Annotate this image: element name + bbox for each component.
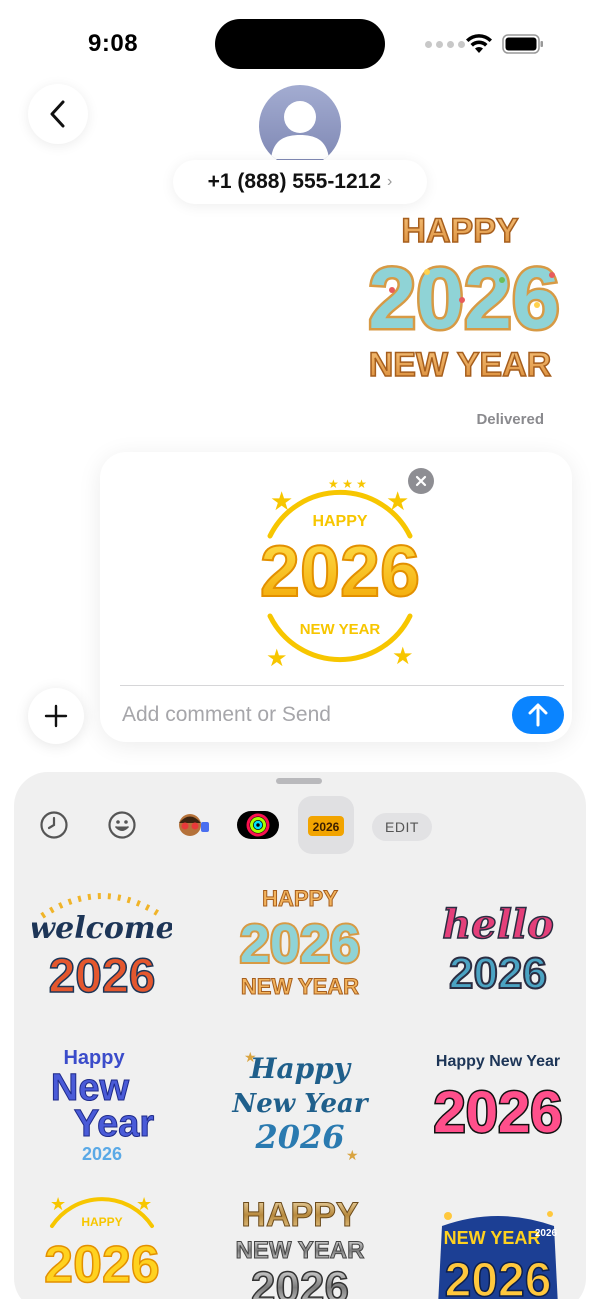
svg-text:★: ★ [50, 1194, 66, 1214]
sticker-happy-2026-balloon[interactable]: HAPPY 2026 ★ ★ [32, 1186, 172, 1299]
sticker-text-new-year: NEW YEAR [369, 346, 552, 384]
svg-text:★ ★ ★: ★ ★ ★ [328, 477, 367, 491]
svg-text:2026: 2026 [82, 1144, 122, 1164]
svg-text:Happy New Year: Happy New Year [436, 1053, 560, 1070]
cellular-signal-icon [425, 41, 465, 48]
svg-text:2026: 2026 [449, 949, 547, 998]
tab-sticker-pack-2026[interactable]: 2026 [298, 796, 354, 854]
svg-text:NEW YEAR: NEW YEAR [444, 1228, 541, 1248]
sticker-welcome-2026[interactable]: welcome 2026 [32, 876, 172, 1016]
svg-text:★: ★ [386, 486, 409, 516]
sticker-hello-2026[interactable]: hello 2026 [428, 876, 568, 1016]
sticker-pack-icon: 2026 [308, 816, 344, 836]
wifi-icon [466, 34, 492, 53]
tab-activity[interactable] [230, 796, 286, 854]
arrow-up-icon [528, 703, 548, 727]
dynamic-island [215, 19, 385, 69]
status-time: 9:08 [88, 30, 139, 57]
svg-text:New Year: New Year [231, 1089, 369, 1119]
sticker-drawer: 2026 EDIT welcome 2026 HAPPY 2026 NEW YE… [14, 772, 586, 1299]
compose-sticker-preview[interactable]: HAPPY 2026 NEW YEAR ★ ★ ★ ★ ★ ★ ★ [240, 466, 440, 672]
person-icon [271, 101, 329, 159]
svg-text:2026: 2026 [44, 1236, 160, 1294]
chevron-right-icon: › [387, 173, 393, 190]
sticker-new-year-2026-badge[interactable]: NEW YEAR 2026 2026 [428, 1186, 568, 1299]
sticker-happy-new-year-drip[interactable]: Happy New Year 2026 [428, 1032, 568, 1172]
sticker-happy-2026-new-year[interactable]: HAPPY 2026 NEW YEAR [230, 876, 370, 1016]
clock-icon [40, 811, 68, 839]
sticker-text-happy: HAPPY [312, 513, 367, 530]
contact-name-button[interactable]: +1 (888) 555-1212 › [173, 160, 427, 204]
sticker-text-happy: HAPPY [401, 212, 518, 250]
svg-text:2026: 2026 [254, 1118, 344, 1156]
tab-recents[interactable] [26, 796, 82, 854]
svg-text:Happy: Happy [249, 1052, 352, 1085]
tab-memoji[interactable] [162, 796, 218, 854]
remove-sticker-button[interactable] [408, 468, 434, 494]
sticker-text-new-year: NEW YEAR [300, 621, 381, 638]
emoji-icon [108, 811, 136, 839]
chevron-left-icon [50, 100, 65, 128]
svg-text:HAPPY: HAPPY [262, 886, 338, 911]
sticker-happy-new-year-script[interactable]: Happy New Year 2026 ★ ★ [230, 1032, 370, 1172]
svg-text:welcome: welcome [32, 911, 172, 946]
svg-text:NEW YEAR: NEW YEAR [236, 1237, 365, 1264]
svg-text:Happy: Happy [63, 1047, 125, 1069]
sticker-happy-new-year-blue[interactable]: Happy New Year 2026 [32, 1032, 172, 1172]
svg-text:★: ★ [136, 1194, 152, 1214]
svg-text:HAPPY: HAPPY [81, 1215, 122, 1229]
status-bar: 9:08 [0, 0, 600, 80]
plus-icon [44, 704, 68, 728]
svg-text:Year: Year [74, 1103, 155, 1145]
svg-text:HAPPY: HAPPY [241, 1196, 358, 1234]
svg-text:2026: 2026 [251, 1263, 349, 1299]
svg-text:2026: 2026 [313, 820, 340, 834]
svg-text:★: ★ [346, 1147, 359, 1163]
sent-sticker-message[interactable]: HAPPY 2026 NEW YEAR [352, 210, 577, 390]
svg-text:2026: 2026 [433, 1080, 562, 1145]
sticker-tab-bar: 2026 EDIT [14, 796, 586, 860]
svg-text:★: ★ [266, 645, 288, 666]
compose-divider [120, 685, 564, 686]
tab-emoji[interactable] [94, 796, 150, 854]
svg-text:2026: 2026 [535, 1228, 558, 1239]
battery-icon [502, 34, 543, 54]
send-button[interactable] [512, 696, 564, 734]
svg-text:★: ★ [244, 1049, 257, 1065]
svg-text:★: ★ [270, 486, 293, 516]
activity-rings-icon [237, 811, 279, 839]
delivered-status: Delivered [476, 411, 544, 428]
svg-text:hello: hello [442, 901, 554, 948]
svg-text:★: ★ [392, 643, 414, 666]
sticker-text-year: 2026 [260, 532, 420, 612]
close-icon [415, 475, 427, 487]
contact-avatar[interactable] [259, 85, 341, 167]
contact-name: +1 (888) 555-1212 [207, 170, 382, 193]
svg-text:2026: 2026 [49, 950, 156, 1003]
compose-card: HAPPY 2026 NEW YEAR ★ ★ ★ ★ ★ ★ ★ [100, 452, 572, 742]
svg-text:2026: 2026 [240, 914, 360, 974]
back-button[interactable] [28, 84, 88, 144]
memoji-icon [179, 814, 209, 836]
add-attachment-button[interactable] [28, 688, 84, 744]
edit-stickers-button[interactable]: EDIT [372, 813, 432, 841]
svg-text:NEW YEAR: NEW YEAR [241, 974, 359, 999]
svg-text:2026: 2026 [445, 1254, 552, 1299]
sticker-happy-new-year-chrome[interactable]: HAPPY NEW YEAR 2026 [230, 1186, 370, 1299]
message-input[interactable] [122, 698, 502, 732]
drawer-grabber[interactable] [276, 778, 322, 784]
